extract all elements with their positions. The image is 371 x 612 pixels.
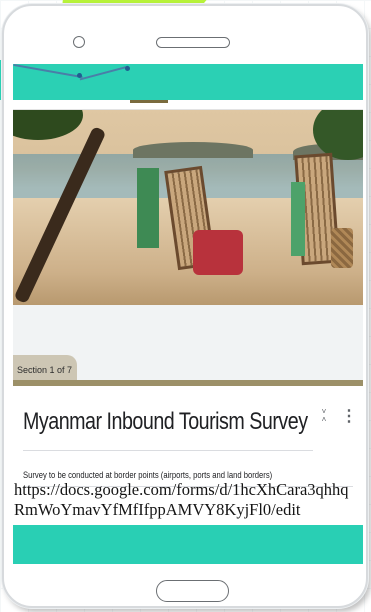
form-url-caption: https://docs.google.com/forms/d/1hcXhCar… (14, 480, 349, 519)
form-title[interactable]: Myanmar Inbound Tourism Survey (23, 408, 308, 436)
form-description[interactable]: Survey to be conducted at border points … (23, 470, 272, 480)
form-tab-bar (13, 100, 363, 110)
form-header-image (13, 110, 363, 305)
speaker-icon (156, 37, 230, 48)
active-tab-indicator (130, 100, 168, 103)
home-button[interactable] (156, 580, 229, 602)
more-vertical-icon[interactable]: ⋮ (341, 406, 357, 428)
divider (23, 450, 313, 451)
collapse-icon[interactable]: ˅ ˄ (318, 408, 330, 428)
camera-icon (73, 36, 85, 48)
section-label: Section 1 of 7 (17, 365, 73, 375)
header-decoration (13, 64, 363, 100)
google-form: Section 1 of 7 Myanmar Inbound Tourism S… (13, 100, 363, 525)
